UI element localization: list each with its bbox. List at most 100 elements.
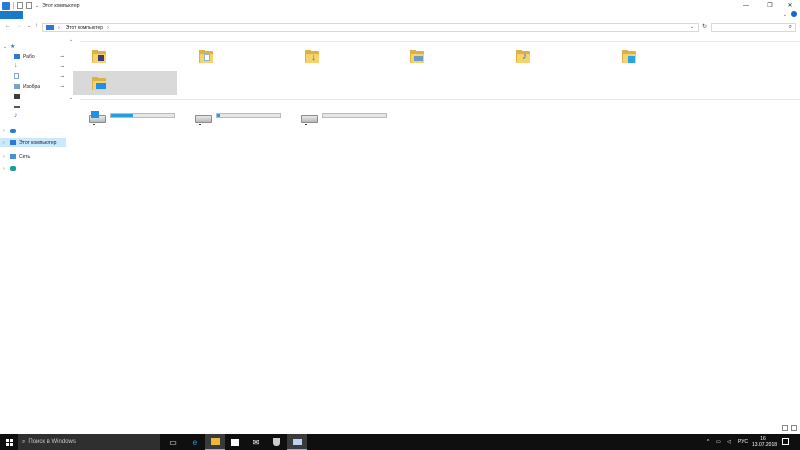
- folder-icon: [92, 50, 106, 63]
- nav-music[interactable]: ♪: [0, 112, 66, 121]
- onedrive-icon: [10, 129, 16, 133]
- download-arrow-icon: ↓: [311, 52, 316, 63]
- large-icons-view-button[interactable]: [791, 425, 797, 431]
- capacity-bar: [322, 113, 387, 118]
- volume-icon[interactable]: ◁: [727, 434, 731, 450]
- film-icon: [98, 55, 104, 61]
- properties-quick-access-icon[interactable]: [17, 2, 23, 9]
- nav-this-pc[interactable]: › Этот компьютер: [0, 138, 66, 147]
- search-icon: ⌕: [788, 24, 792, 30]
- desktop-folder[interactable]: [73, 71, 177, 95]
- expand-arrow-icon[interactable]: ›: [3, 140, 5, 146]
- start-button[interactable]: [0, 434, 18, 450]
- nav-onedrive[interactable]: ›: [0, 126, 66, 135]
- expand-arrow-icon[interactable]: ›: [3, 154, 5, 160]
- nav-this-pc-label: Этот компьютер: [19, 139, 57, 146]
- quick-access-dropdown-icon[interactable]: ⌄: [35, 3, 39, 9]
- this-pc-app-icon[interactable]: [2, 1, 10, 10]
- file-tab[interactable]: [0, 11, 23, 19]
- nav-pictures[interactable]: Изобра ⊸: [0, 82, 66, 91]
- close-button[interactable]: ✕: [778, 0, 800, 11]
- capacity-fill: [217, 114, 220, 117]
- expand-ribbon-icon[interactable]: ⌄: [783, 12, 787, 18]
- recent-locations-button[interactable]: ⌄: [27, 23, 31, 29]
- edge-icon[interactable]: e: [185, 434, 205, 450]
- clock-date: 13.07.2018: [752, 442, 778, 448]
- breadcrumb-this-pc[interactable]: Этот компьютер: [66, 25, 103, 31]
- details-view-button[interactable]: [782, 425, 788, 431]
- network-tray-icon[interactable]: ▭: [716, 434, 721, 450]
- music-folder[interactable]: ♪: [512, 46, 616, 70]
- capacity-bar: [216, 113, 281, 118]
- downloads-folder[interactable]: ↓: [301, 46, 405, 70]
- expand-arrow-icon[interactable]: ›: [3, 166, 5, 172]
- up-button[interactable]: ↑: [35, 23, 38, 29]
- drive-3[interactable]: [301, 111, 405, 131]
- address-bar[interactable]: › Этот компьютер › ⌄: [42, 23, 699, 32]
- folder-icon: ♪: [516, 50, 530, 63]
- windows-logo-icon: [5, 438, 13, 446]
- hard-drive-icon: [195, 115, 212, 125]
- address-dropdown-icon[interactable]: ⌄: [690, 24, 694, 30]
- pictures-folder[interactable]: [406, 46, 510, 70]
- refresh-button[interactable]: ↻: [700, 23, 709, 32]
- expand-arrow-icon[interactable]: ⌄: [3, 44, 7, 50]
- system-drive[interactable]: [89, 111, 193, 131]
- nav-usb-drive[interactable]: [0, 102, 66, 111]
- nav-homegroup[interactable]: ›: [0, 164, 66, 173]
- search-icon: ⌕: [22, 438, 26, 445]
- nav-video[interactable]: [0, 92, 66, 101]
- nav-desktop[interactable]: Рабо ⊸: [0, 52, 66, 61]
- nav-documents[interactable]: ⊸: [0, 72, 66, 81]
- 3d-objects-folder[interactable]: [618, 46, 722, 70]
- address-row: ← → ⌄ ↑ › Этот компьютер › ⌄ ↻ ⌕: [0, 21, 800, 33]
- pin-icon: ⊸: [60, 83, 65, 90]
- downloads-icon: ↓: [14, 62, 18, 69]
- tray-chevron-icon[interactable]: ^: [707, 434, 709, 450]
- drive-2[interactable]: [195, 111, 299, 131]
- pin-icon: ⊸: [60, 63, 65, 70]
- group-divider: [80, 99, 800, 100]
- pin-icon: ⊸: [60, 73, 65, 80]
- back-button[interactable]: ←: [5, 23, 11, 29]
- nav-quick-access[interactable]: ⌄ ★: [0, 42, 66, 51]
- clock[interactable]: 16 13.07.2018: [752, 436, 778, 448]
- file-explorer-icon[interactable]: [205, 434, 225, 450]
- store-icon[interactable]: [225, 434, 245, 450]
- cube-icon: [628, 56, 635, 63]
- notification-center-icon[interactable]: [782, 438, 789, 445]
- forward-button[interactable]: →: [16, 23, 22, 29]
- pictures-icon: [14, 84, 20, 89]
- breadcrumb-separator[interactable]: ›: [107, 25, 109, 31]
- mail-icon[interactable]: ✉: [246, 434, 266, 450]
- nav-network[interactable]: › Сеть: [0, 152, 66, 161]
- document-icon: [204, 54, 210, 61]
- video-folder[interactable]: [88, 46, 192, 70]
- windows-logo-icon: [91, 111, 99, 118]
- nav-desktop-label: Рабо: [23, 53, 35, 60]
- star-quick-access-icon: ★: [10, 44, 16, 50]
- folder-icon: [410, 50, 424, 63]
- pin-icon: ⊸: [60, 53, 65, 60]
- task-view-icon[interactable]: ▭: [163, 434, 183, 450]
- expand-arrow-icon[interactable]: ›: [3, 128, 5, 134]
- security-icon[interactable]: [266, 434, 286, 450]
- nav-downloads[interactable]: ↓ ⊸: [0, 62, 66, 71]
- folders-group-collapse-icon[interactable]: ⌄: [69, 37, 73, 43]
- drives-group-collapse-icon[interactable]: ⌄: [69, 95, 73, 101]
- language-indicator[interactable]: РУС: [738, 434, 748, 450]
- minimize-button[interactable]: —: [734, 0, 758, 11]
- breadcrumb-separator[interactable]: ›: [58, 25, 60, 31]
- new-folder-quick-access-icon[interactable]: [26, 2, 32, 9]
- network-icon: [10, 154, 16, 159]
- search-input[interactable]: ⌕: [711, 23, 796, 32]
- documents-folder[interactable]: [195, 46, 299, 70]
- homegroup-icon: [10, 166, 16, 171]
- folder-icon: [199, 50, 213, 63]
- documents-icon: [14, 73, 19, 79]
- app-icon[interactable]: [287, 434, 307, 450]
- help-icon[interactable]: [791, 11, 797, 17]
- taskbar-search-box[interactable]: ⌕ Поиск в Windows: [18, 434, 160, 450]
- divider: [13, 2, 14, 9]
- title-bar: ⌄ Этот компьютер — ❐ ✕: [0, 0, 800, 11]
